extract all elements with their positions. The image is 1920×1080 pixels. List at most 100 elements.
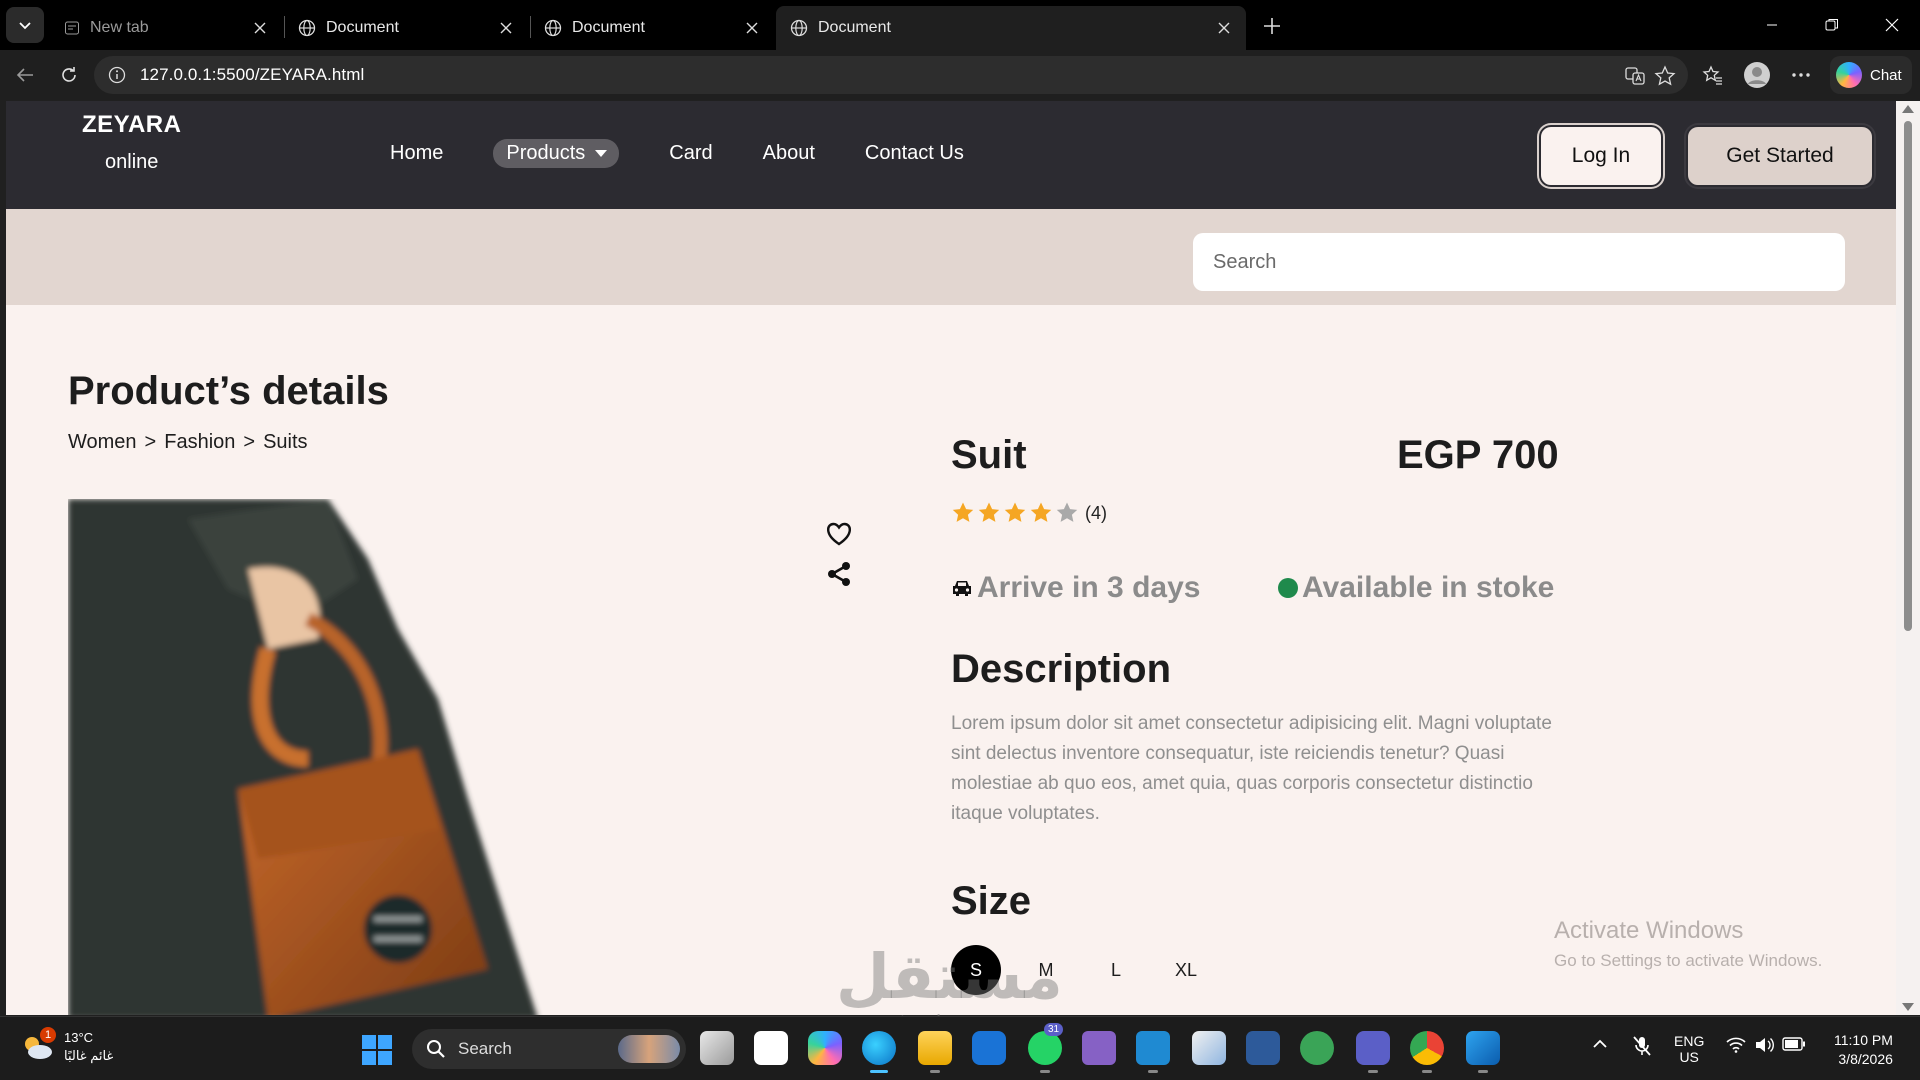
close-icon[interactable] [742, 18, 762, 38]
close-icon[interactable] [496, 18, 516, 38]
restore-icon [1825, 19, 1838, 31]
activate-windows-notice: Activate Windows Go to Settings to activ… [1554, 917, 1822, 971]
star-filled-icon [1004, 502, 1026, 522]
breadcrumb: Women > Fashion > Suits [68, 431, 316, 454]
close-icon[interactable] [250, 18, 270, 38]
star-filled-icon [1030, 502, 1052, 522]
translate-button[interactable] [1620, 61, 1650, 91]
paint-app-icon[interactable] [1466, 1031, 1500, 1073]
arrow-left-icon [16, 68, 33, 82]
minimize-icon [1767, 24, 1777, 26]
minimize-button[interactable] [1752, 10, 1792, 40]
more-menu-button[interactable] [1786, 60, 1816, 90]
profile-button[interactable] [1742, 60, 1772, 90]
taskbar-clock[interactable]: 11:10 PM 3/8/2026 [1834, 1031, 1893, 1069]
windows-logo-icon [378, 1051, 392, 1065]
breadcrumb-women[interactable]: Women [68, 431, 137, 454]
tab-new-tab[interactable]: New tab [50, 6, 282, 50]
product-rating: (4) [951, 501, 1107, 525]
get-started-button[interactable]: Get Started [1686, 125, 1874, 187]
reload-button[interactable] [54, 60, 84, 90]
close-icon[interactable] [1214, 18, 1234, 38]
web-page: ZEYARA online Home Products Card About C… [6, 101, 1896, 1015]
address-bar[interactable]: 127.0.0.1:5500/ZEYARA.html [94, 56, 1688, 94]
breadcrumb-fashion[interactable]: Fashion [164, 431, 235, 454]
stock-text: Available in stoke [1302, 571, 1555, 604]
app-cube-icon[interactable] [1192, 1031, 1226, 1065]
nav-contact[interactable]: Contact Us [865, 142, 964, 165]
show-hidden-icons-button[interactable] [1592, 1037, 1608, 1053]
new-tab-page-icon [65, 21, 79, 35]
close-icon [1885, 18, 1899, 32]
login-button[interactable]: Log In [1539, 125, 1663, 187]
new-tab-button[interactable] [1258, 12, 1286, 40]
weather-alert-badge: 1 [40, 1027, 56, 1043]
nav-home[interactable]: Home [390, 142, 443, 165]
scroll-up-arrow-icon[interactable] [1902, 105, 1914, 113]
tab-document-2[interactable]: Document [530, 6, 774, 50]
taskbar-search[interactable]: Search [412, 1029, 686, 1069]
activate-subtitle: Go to Settings to activate Windows. [1554, 951, 1823, 970]
page-scrollbar[interactable] [1896, 101, 1920, 1015]
nav-card[interactable]: Card [669, 142, 712, 165]
weather-temperature: 13°C [64, 1030, 94, 1045]
start-button[interactable] [362, 1035, 392, 1065]
file-explorer-icon[interactable] [918, 1031, 952, 1073]
copilot-chat-button[interactable]: Chat [1830, 56, 1912, 94]
wishlist-button[interactable] [824, 519, 854, 549]
copilot-app-icon[interactable] [808, 1031, 842, 1065]
more-dots-icon [1792, 73, 1810, 77]
brand-logo[interactable]: ZEYARA online [82, 111, 181, 174]
running-indicator [870, 1070, 888, 1073]
language-indicator[interactable]: ENG US [1674, 1033, 1704, 1065]
system-tray-status[interactable] [1726, 1037, 1806, 1053]
windows-logo-icon [362, 1035, 376, 1049]
description-text: Lorem ipsum dolor sit amet consectetur a… [951, 713, 1552, 824]
microsoft-store-icon[interactable] [754, 1031, 788, 1065]
favorites-button[interactable] [1698, 60, 1728, 90]
taskbar-search-label: Search [458, 1039, 512, 1058]
design-app-icon[interactable] [1246, 1031, 1280, 1065]
size-option-l[interactable]: L [1091, 945, 1141, 995]
nav-products-dropdown[interactable]: Products [493, 139, 620, 168]
chevron-down-icon [19, 22, 31, 30]
weather-widget[interactable]: 1 13°C غائم غالبًا [20, 1027, 113, 1065]
globe-icon [544, 19, 562, 37]
chrome-icon[interactable] [1410, 1031, 1444, 1073]
search-highlight-image [618, 1035, 680, 1063]
microphone-muted-button[interactable] [1632, 1035, 1652, 1060]
tab-document-1[interactable]: Document [284, 6, 528, 50]
translate-icon [1625, 67, 1645, 85]
battery-icon [1782, 1037, 1805, 1051]
nav-about[interactable]: About [763, 142, 815, 165]
tab-title: Document [818, 19, 891, 36]
search-bar-section [6, 209, 1896, 305]
scroll-down-arrow-icon[interactable] [1902, 1003, 1914, 1011]
favorite-button[interactable] [1650, 61, 1680, 91]
breadcrumb-suits[interactable]: Suits [263, 431, 307, 454]
restore-button[interactable] [1812, 10, 1852, 40]
nav-products-label: Products [506, 142, 586, 164]
product-name: Suit [951, 433, 1027, 477]
globe-icon [298, 19, 316, 37]
visual-studio-icon[interactable] [1082, 1031, 1116, 1065]
size-option-xl[interactable]: XL [1161, 945, 1211, 995]
tab-document-active[interactable]: Document [776, 6, 1246, 50]
tab-actions-button[interactable] [6, 7, 44, 43]
close-window-button[interactable] [1872, 10, 1912, 40]
task-view-icon[interactable] [700, 1031, 734, 1065]
vscode-icon[interactable] [1136, 1031, 1170, 1073]
whatsapp-unread-badge: 31 [1044, 1023, 1064, 1036]
url-text: 127.0.0.1:5500/ZEYARA.html [140, 65, 365, 84]
globe-app-icon[interactable] [1300, 1031, 1334, 1065]
search-input[interactable] [1193, 233, 1845, 291]
share-button[interactable] [824, 559, 854, 589]
teams-icon[interactable] [1356, 1031, 1390, 1073]
back-button[interactable] [10, 60, 40, 90]
scrollbar-thumb[interactable] [1904, 121, 1912, 631]
whatsapp-icon[interactable] [1028, 1031, 1062, 1073]
edge-browser-icon[interactable] [862, 1031, 896, 1073]
windows-taskbar: 1 13°C غائم غالبًا Search 31 ENG US 11:1… [0, 1016, 1920, 1080]
running-indicator [1368, 1070, 1378, 1073]
outlook-icon[interactable] [972, 1031, 1006, 1065]
